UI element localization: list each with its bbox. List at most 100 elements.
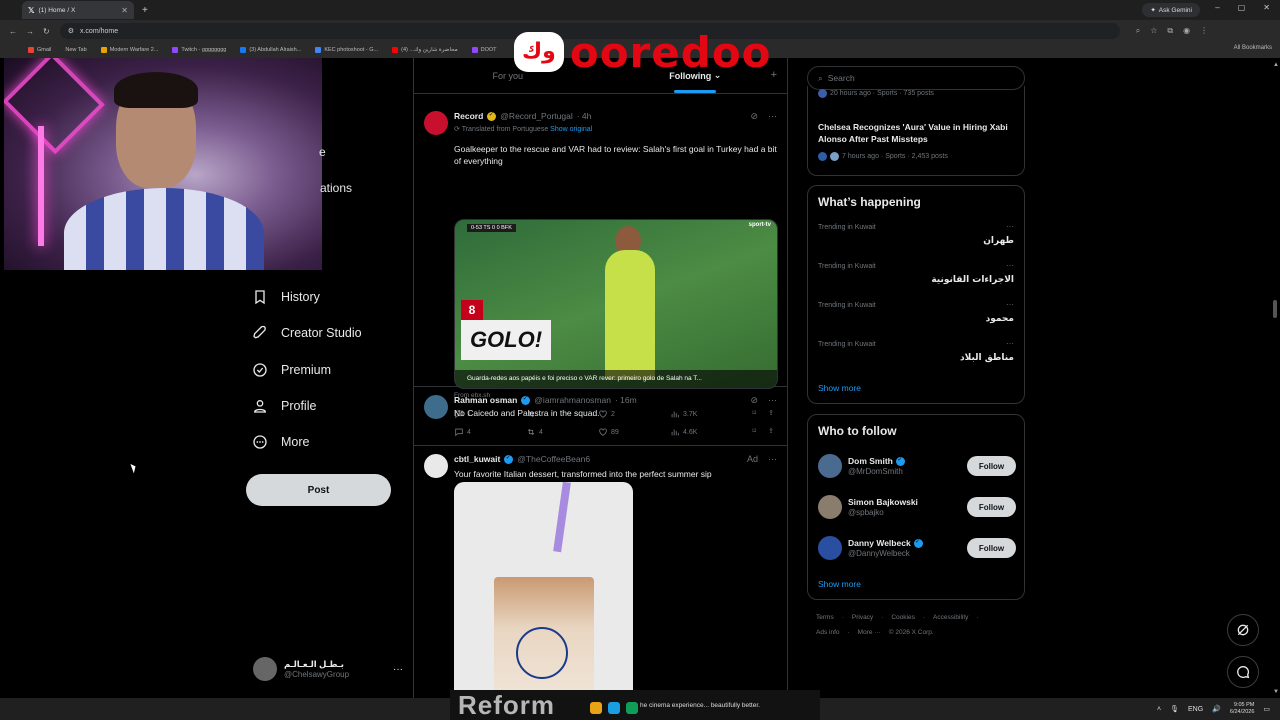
window-close-icon[interactable]: ✕ [1263, 3, 1270, 12]
show-more-link[interactable]: Show more [818, 383, 861, 393]
new-tab-icon[interactable]: + [142, 5, 148, 16]
bookmark-item[interactable]: Modern Warfare 2... [100, 47, 158, 53]
trend-name[interactable]: طهران [983, 236, 1014, 246]
like-button[interactable]: 89 [598, 427, 670, 437]
back-icon[interactable]: ← [9, 27, 17, 36]
tab-following[interactable]: Following ⌄ [602, 58, 788, 93]
forward-icon[interactable]: → [26, 27, 34, 36]
footer-link[interactable]: Accessibility [933, 614, 968, 621]
more-icon[interactable]: ··· [1006, 300, 1014, 309]
follow-suggestion[interactable]: Dom Smith @MrDomSmith Follow [818, 451, 1016, 481]
nav-more[interactable]: More [252, 430, 309, 454]
more-icon[interactable]: ··· [768, 454, 777, 464]
tweet-handle[interactable]: @TheCoffeeBean6 [517, 454, 590, 464]
bookmark-icon[interactable]: ⌑ [753, 427, 757, 437]
bookmark-item[interactable]: KEC photoshoot - G... [315, 47, 378, 53]
minimize-icon[interactable]: – [1215, 3, 1219, 12]
volume-icon[interactable]: 🔊 [1212, 705, 1221, 713]
reload-icon[interactable]: ↻ [43, 27, 50, 36]
tweet-handle[interactable]: @Record_Portugal [500, 111, 572, 121]
bookmark-item[interactable]: DOOT [471, 47, 497, 53]
chevron-up-icon[interactable]: ˄ [1157, 706, 1161, 713]
footer-link[interactable]: More ··· [858, 629, 881, 636]
ad-label: Ad [746, 454, 758, 464]
nav-creator-studio[interactable]: Creator Studio [252, 321, 362, 345]
ask-gemini-button[interactable]: ✦ Ask Gemini [1142, 3, 1200, 17]
footer-link[interactable]: Privacy [852, 614, 873, 621]
chrome-icon[interactable] [626, 702, 638, 714]
show-more-link[interactable]: Show more [818, 579, 861, 589]
browser-tab[interactable]: 𝕏 (1) Home / X ✕ [22, 1, 134, 19]
ad-image[interactable] [454, 482, 633, 698]
close-icon[interactable]: ✕ [121, 6, 128, 15]
follow-button[interactable]: Follow [967, 497, 1016, 517]
bookmark-item[interactable]: Gmail [28, 47, 51, 53]
zoom-icon[interactable]: ⌕ [1136, 26, 1140, 36]
trend-name[interactable]: محمود [986, 314, 1014, 324]
tweet[interactable]: Rahman osman @iamrahmanosman · 16m ⊘ ···… [414, 387, 787, 446]
trend-name[interactable]: مناطق البلاد [960, 353, 1014, 363]
show-original-link[interactable]: Show original [550, 126, 592, 133]
site-info-icon[interactable]: ⚙ [68, 27, 74, 35]
scrollbar-thumb[interactable] [1273, 300, 1277, 318]
tweet-video[interactable]: 0-53 TS 0 0 BFK sport-tv 8 GOLO! Guarda-… [454, 219, 778, 389]
tweet[interactable]: cbtl_kuwait @TheCoffeeBean6 Ad ··· Your … [414, 446, 787, 698]
menu-icon[interactable]: ⋮ [1200, 26, 1208, 36]
all-bookmarks-button[interactable]: All Bookmarks [1234, 45, 1272, 51]
footer-link[interactable]: Cookies [891, 614, 914, 621]
more-icon[interactable]: ··· [1006, 222, 1014, 231]
footer-link[interactable]: Ads info [816, 629, 840, 636]
follow-button[interactable]: Follow [967, 538, 1016, 558]
trend-name[interactable]: الاجراءات القانونية [931, 275, 1014, 285]
search-input[interactable] [827, 73, 998, 83]
bookmark-item[interactable]: Twitch - gggggggg [172, 47, 226, 53]
bookmark-item[interactable]: محاضرة شارين وك... (4) [392, 47, 458, 53]
more-icon[interactable]: ··· [768, 395, 777, 406]
nav-premium[interactable]: Premium [252, 358, 331, 382]
mic-icon[interactable]: 🎙 [1170, 705, 1179, 713]
steam-icon[interactable] [608, 702, 620, 714]
tweet-author[interactable]: Record [454, 111, 483, 121]
more-icon[interactable]: ··· [1006, 339, 1014, 348]
tweet-handle[interactable]: @iamrahmanosman [534, 395, 611, 405]
page-scrollbar[interactable] [1273, 62, 1277, 698]
reply-button[interactable]: 4 [454, 427, 526, 437]
grok-button[interactable] [1227, 614, 1259, 646]
footer-link[interactable]: Terms [816, 614, 834, 621]
add-tab-icon[interactable]: + [771, 69, 777, 81]
news-title[interactable]: Chelsea Recognizes 'Aura' Value in Hirin… [818, 121, 1018, 145]
more-icon[interactable]: ··· [768, 111, 777, 122]
bookmark-item[interactable]: New Tab [65, 47, 86, 53]
share-icon[interactable]: ⇪ [768, 427, 774, 437]
tweet-author[interactable]: cbtl_kuwait [454, 454, 500, 464]
follow-suggestion[interactable]: Simon Bajkowski @spbajko Follow [818, 492, 1016, 522]
scroll-up-icon[interactable]: ▲ [1273, 62, 1279, 68]
bookmark-star-icon[interactable]: ☆ [1150, 26, 1157, 36]
repost-button[interactable]: 4 [526, 427, 598, 437]
more-icon[interactable]: ··· [1006, 261, 1014, 270]
account-switcher[interactable]: بـطـل الـعـالـم @ChelsawyGroup ··· [253, 656, 403, 682]
follow-suggestion[interactable]: Danny Welbeck @DannyWelbeck Follow [818, 533, 1016, 563]
language-indicator[interactable]: ENG [1188, 706, 1203, 713]
profile-icon[interactable]: ◉ [1183, 26, 1190, 36]
scroll-down-icon[interactable]: ▼ [1273, 689, 1279, 695]
nav-history[interactable]: History [252, 285, 320, 309]
maximize-icon[interactable]: ▢ [1238, 3, 1246, 12]
grok-icon[interactable]: ⊘ [750, 111, 758, 122]
follow-button[interactable]: Follow [967, 456, 1016, 476]
bookmark-item[interactable]: (3) Abdullah Alraish... [240, 47, 301, 53]
messages-button[interactable] [1227, 656, 1259, 688]
search-icon: ⌕ [818, 72, 823, 83]
more-icon[interactable]: ··· [393, 664, 403, 675]
tab-for-you[interactable]: For you [414, 58, 602, 93]
views-button[interactable]: 4.6K [670, 427, 742, 437]
tweet-author[interactable]: Rahman osman [454, 395, 517, 405]
extensions-icon[interactable]: ⧉ [1167, 26, 1173, 36]
tweet[interactable]: Record @Record_Portugal · 4h ⊘ ··· ⟳ Tra… [414, 103, 787, 419]
folder-icon[interactable] [590, 702, 602, 714]
grok-icon[interactable]: ⊘ [750, 395, 758, 406]
notification-icon[interactable]: ▭ [1263, 705, 1270, 713]
post-button[interactable]: Post [246, 474, 391, 506]
clock[interactable]: 9:05 PM 6/24/2026 [1230, 702, 1254, 716]
nav-profile[interactable]: Profile [252, 394, 316, 418]
